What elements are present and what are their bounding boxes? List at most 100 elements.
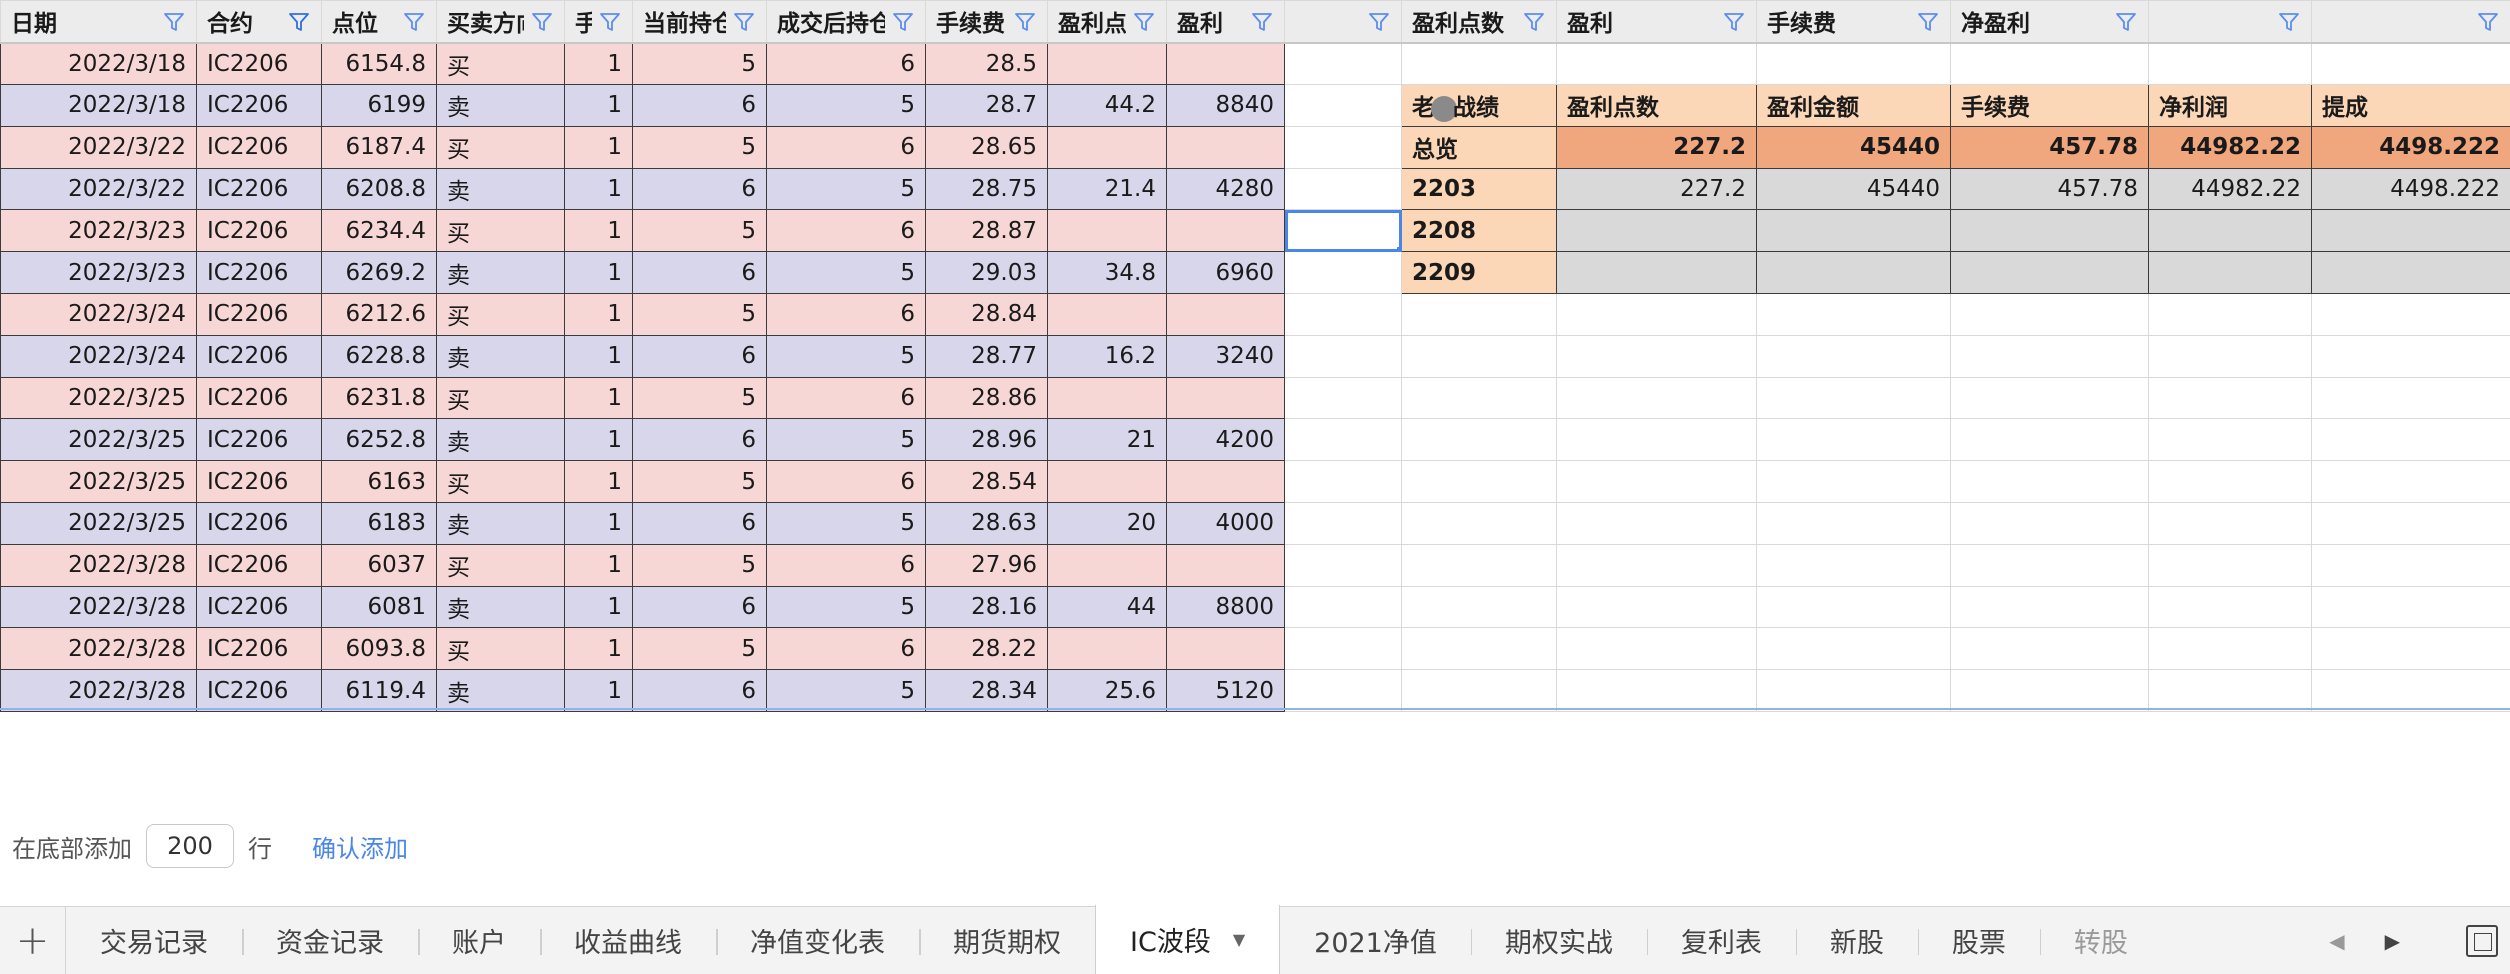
empty-cell[interactable]	[1401, 585, 1557, 629]
empty-cell[interactable]	[1284, 669, 1402, 712]
column-header[interactable]: 当前持仓	[632, 0, 767, 44]
column-header[interactable]: 点位	[321, 0, 437, 44]
filter-icon[interactable]	[289, 13, 309, 31]
cell-after[interactable]: 5	[766, 669, 926, 712]
empty-cell[interactable]	[2148, 543, 2312, 587]
cell-profit[interactable]: 4000	[1166, 501, 1285, 545]
empty-cell[interactable]	[1756, 334, 1951, 378]
cell-date[interactable]: 2022/3/28	[0, 669, 197, 712]
empty-cell[interactable]	[1556, 42, 1757, 85]
cell-lots[interactable]: 1	[564, 125, 633, 169]
cell-cur[interactable]: 6	[632, 251, 767, 294]
cell-date[interactable]: 2022/3/22	[0, 125, 197, 169]
cell-after[interactable]: 5	[766, 83, 926, 127]
cell-lots[interactable]: 1	[564, 292, 633, 336]
cell-pts[interactable]: 44	[1047, 585, 1167, 629]
summary-row-label[interactable]: 2208	[1401, 209, 1557, 253]
sheet-tab[interactable]: 转股	[2039, 907, 2162, 974]
cell-profit[interactable]: 3240	[1166, 334, 1285, 378]
empty-cell[interactable]	[2148, 376, 2312, 420]
empty-cell[interactable]	[1556, 334, 1757, 378]
cell-cur[interactable]: 6	[632, 334, 767, 378]
empty-cell[interactable]	[2148, 418, 2312, 462]
summary-column-header[interactable]: 提成	[2311, 83, 2510, 127]
cell-fee[interactable]: 28.34	[925, 669, 1048, 712]
cell-after[interactable]: 5	[766, 418, 926, 462]
cell-fee[interactable]: 28.63	[925, 501, 1048, 545]
cell-after[interactable]: 6	[766, 292, 926, 336]
empty-cell[interactable]	[1284, 83, 1402, 127]
cell-price[interactable]: 6228.8	[321, 334, 437, 378]
empty-cell[interactable]	[2148, 627, 2312, 671]
cell-side[interactable]: 卖	[436, 585, 565, 629]
empty-cell[interactable]	[1756, 543, 1951, 587]
empty-cell[interactable]	[1756, 42, 1951, 85]
empty-cell[interactable]	[1401, 460, 1557, 503]
empty-cell[interactable]	[2311, 292, 2510, 336]
cell-price[interactable]: 6081	[321, 585, 437, 629]
cell-date[interactable]: 2022/3/23	[0, 251, 197, 294]
empty-cell[interactable]	[1556, 669, 1757, 712]
cell-side[interactable]: 买	[436, 376, 565, 420]
cell-contract[interactable]: IC2206	[196, 334, 322, 378]
chevron-down-icon[interactable]: ▼	[1233, 930, 1245, 949]
empty-cell[interactable]	[1401, 292, 1557, 336]
empty-cell[interactable]	[1284, 627, 1402, 671]
summary-value[interactable]: 45440	[1756, 167, 1951, 211]
sheet-tab[interactable]: 期货期权	[919, 907, 1095, 974]
cell-profit[interactable]: 8840	[1166, 83, 1285, 127]
cell-cur[interactable]: 6	[632, 585, 767, 629]
cell-cur[interactable]: 5	[632, 460, 767, 503]
cell-cur[interactable]: 5	[632, 627, 767, 671]
cell-date[interactable]: 2022/3/28	[0, 585, 197, 629]
empty-cell[interactable]	[1401, 669, 1557, 712]
empty-cell[interactable]	[2311, 42, 2510, 85]
empty-cell[interactable]	[2148, 501, 2312, 545]
summary-value[interactable]	[1950, 209, 2149, 253]
cell-after[interactable]: 6	[766, 460, 926, 503]
cell-fee[interactable]: 28.22	[925, 627, 1048, 671]
empty-cell[interactable]	[1556, 418, 1757, 462]
cell-cur[interactable]: 5	[632, 42, 767, 85]
cell-contract[interactable]: IC2206	[196, 418, 322, 462]
sheet-tab[interactable]: 期权实战	[1470, 907, 1647, 974]
cell-side[interactable]: 买	[436, 125, 565, 169]
summary-value[interactable]	[1950, 251, 2149, 294]
empty-cell[interactable]	[2311, 418, 2510, 462]
summary-title[interactable]: 老战绩	[1401, 83, 1557, 127]
empty-cell[interactable]	[1284, 292, 1402, 336]
cell-date[interactable]: 2022/3/23	[0, 209, 197, 253]
cell-after[interactable]: 5	[766, 251, 926, 294]
tab-scroll-right-icon[interactable]: ▶	[2385, 929, 2400, 953]
column-header[interactable]: 盈利点	[1047, 0, 1167, 44]
cell-pts[interactable]: 34.8	[1047, 251, 1167, 294]
cell-pts[interactable]: 20	[1047, 501, 1167, 545]
sheet-tab[interactable]: 新股	[1795, 907, 1918, 974]
empty-cell[interactable]	[1950, 501, 2149, 545]
cell-cur[interactable]: 5	[632, 376, 767, 420]
filter-icon[interactable]	[1918, 13, 1938, 31]
cell-pts[interactable]	[1047, 543, 1167, 587]
cell-side[interactable]: 卖	[436, 669, 565, 712]
cell-contract[interactable]: IC2206	[196, 627, 322, 671]
cell-cur[interactable]: 6	[632, 83, 767, 127]
cell-side[interactable]: 买	[436, 42, 565, 85]
filter-icon[interactable]	[893, 13, 913, 31]
cell-after[interactable]: 6	[766, 627, 926, 671]
cell-date[interactable]: 2022/3/25	[0, 501, 197, 545]
filter-icon[interactable]	[1252, 13, 1272, 31]
empty-cell[interactable]	[1756, 292, 1951, 336]
cell-after[interactable]: 6	[766, 42, 926, 85]
empty-cell[interactable]	[2311, 334, 2510, 378]
cell-contract[interactable]: IC2206	[196, 292, 322, 336]
empty-cell[interactable]	[1556, 292, 1757, 336]
filter-icon[interactable]	[600, 13, 620, 31]
empty-cell[interactable]	[1950, 543, 2149, 587]
cell-profit[interactable]	[1166, 292, 1285, 336]
cell-fee[interactable]: 28.87	[925, 209, 1048, 253]
summary-value[interactable]	[2148, 251, 2312, 294]
sheet-tab[interactable]: IC波段 ▼	[1095, 904, 1281, 974]
cell-pts[interactable]: 44.2	[1047, 83, 1167, 127]
cell-profit[interactable]	[1166, 209, 1285, 253]
empty-cell[interactable]	[1950, 418, 2149, 462]
